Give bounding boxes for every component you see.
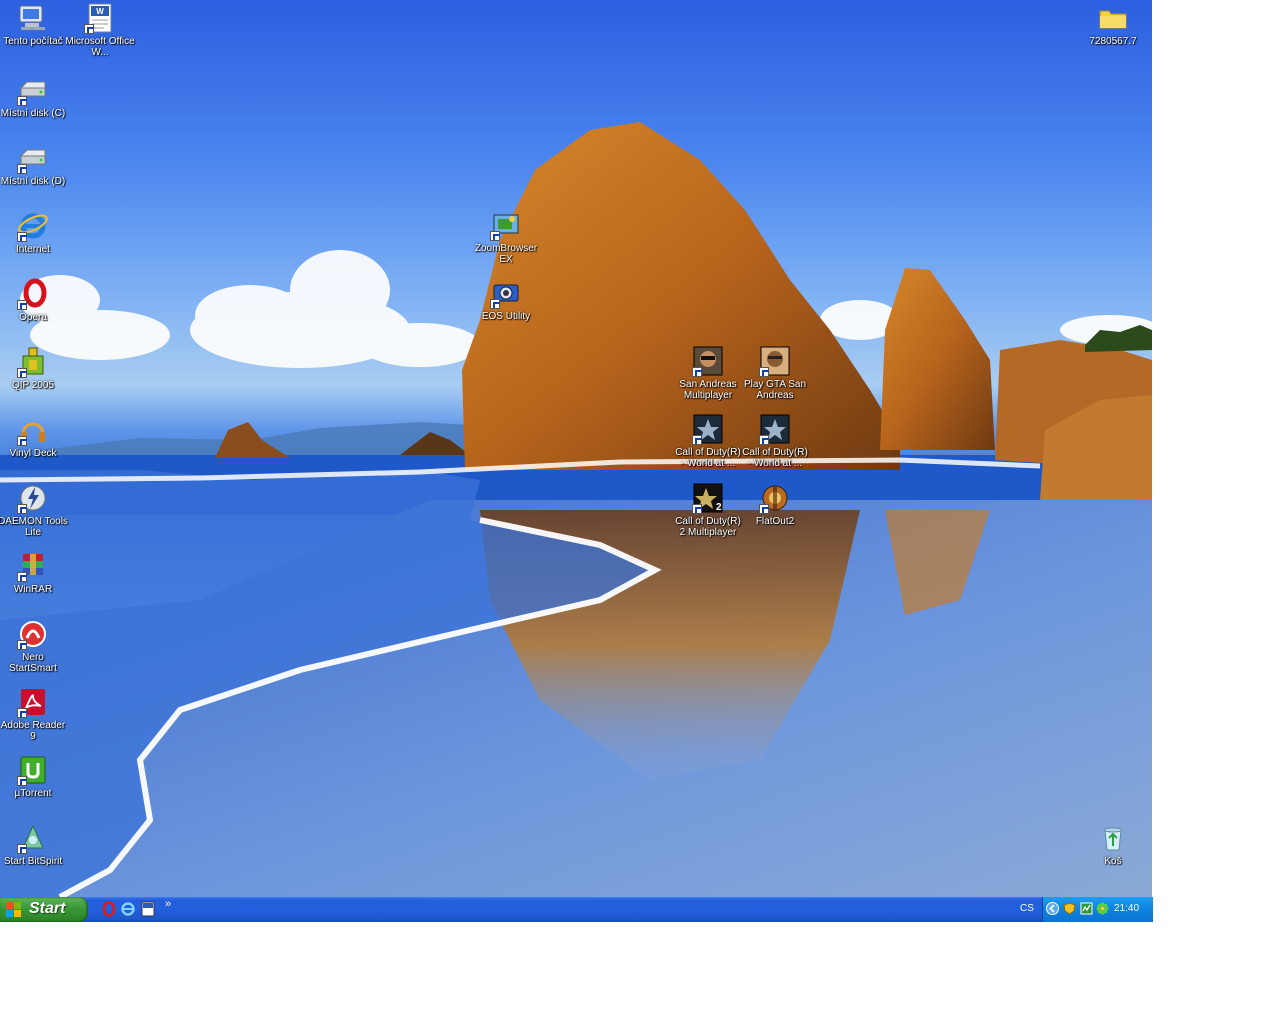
desktop-icon-internet[interactable]: Internet	[0, 210, 68, 255]
desktop-icon-nero-startsmart[interactable]: Nero StartSmart	[0, 618, 68, 674]
opera-icon	[17, 278, 49, 310]
desktop-icon-microsoft-word[interactable]: W Microsoft Office W...	[65, 2, 135, 58]
daemon-tools-icon	[17, 482, 49, 514]
shortcut-arrow-icon	[17, 504, 27, 514]
desktop-icon-start-bitspirit[interactable]: Start BitSpirit	[0, 822, 68, 867]
quicklaunch-opera-icon[interactable]	[101, 901, 117, 917]
shortcut-arrow-icon	[17, 572, 27, 582]
desktop-icon-play-gta-san-andreas[interactable]: Play GTA San Andreas	[740, 345, 810, 401]
desktop-icon-adobe-reader[interactable]: Adobe Reader 9	[0, 686, 68, 742]
shortcut-arrow-icon	[759, 367, 769, 377]
shortcut-arrow-icon	[759, 435, 769, 445]
svg-text:W: W	[96, 7, 104, 16]
desktop-icon-my-computer[interactable]: Tento počítač	[0, 2, 68, 47]
shortcut-arrow-icon	[490, 231, 500, 241]
shortcut-arrow-icon	[490, 299, 500, 309]
arrow-left-icon[interactable]	[1046, 902, 1059, 915]
bitspirit-icon	[17, 822, 49, 854]
desktop[interactable]: Tento počítač W Microsoft Office W... Mí…	[0, 0, 1152, 897]
headphones-icon	[17, 414, 49, 446]
shortcut-arrow-icon	[17, 844, 27, 854]
language-indicator[interactable]: CS	[1020, 903, 1034, 914]
desktop-icon-vinyl-deck[interactable]: Vinyl Deck	[0, 414, 68, 459]
hard-drive-icon	[17, 142, 49, 174]
desktop-icon-winrar[interactable]: WinRAR	[0, 550, 68, 595]
shortcut-arrow-icon	[17, 96, 27, 106]
quicklaunch-word-icon[interactable]	[140, 901, 156, 917]
cod-icon	[759, 413, 791, 445]
shortcut-arrow-icon	[759, 504, 769, 514]
my-computer-icon	[17, 2, 49, 34]
cod-icon	[692, 413, 724, 445]
shortcut-arrow-icon	[17, 436, 27, 446]
desktop-icon-call-of-duty-waw-1[interactable]: Call of Duty(R) - World at ...	[673, 413, 743, 469]
shortcut-arrow-icon	[17, 232, 27, 242]
start-label: Start	[29, 900, 66, 917]
shortcut-arrow-icon	[692, 367, 702, 377]
desktop-icon-san-andreas-multiplayer[interactable]: San Andreas Multiplayer	[673, 345, 743, 401]
flatout-icon	[759, 482, 791, 514]
recycle-bin-icon	[1097, 822, 1129, 854]
desktop-icon-folder-7280567[interactable]: 7280567.7	[1078, 2, 1148, 47]
gta-icon	[759, 345, 791, 377]
cod2-icon: 2	[692, 482, 724, 514]
hard-drive-icon	[17, 74, 49, 106]
svg-text:2: 2	[716, 502, 722, 513]
qip-icon	[17, 346, 49, 378]
zoombrowser-icon	[490, 209, 522, 241]
eos-utility-icon	[490, 277, 522, 309]
folder-icon	[1097, 2, 1129, 34]
desktop-icon-local-disk-d[interactable]: Místní disk (D)	[0, 142, 68, 187]
shortcut-arrow-icon	[17, 776, 27, 786]
desktop-icon-daemon-tools-lite[interactable]: DAEMON Tools Lite	[0, 482, 68, 538]
wallpaper-beach-scene	[0, 122, 1152, 897]
winrar-icon	[17, 550, 49, 582]
shortcut-arrow-icon	[17, 708, 27, 718]
desktop-icon-qip-2005[interactable]: QIP 2005	[0, 346, 68, 391]
shortcut-arrow-icon	[84, 24, 94, 34]
desktop-icon-eos-utility[interactable]: EOS Utility	[471, 277, 541, 322]
shortcut-arrow-icon	[692, 504, 702, 514]
desktop-icon-flatout2[interactable]: FlatOut2	[740, 482, 810, 527]
desktop-icon-recycle-bin[interactable]: Koš	[1078, 822, 1148, 867]
shortcut-arrow-icon	[17, 164, 27, 174]
nero-icon	[17, 618, 49, 650]
icq-flower-icon[interactable]	[1096, 902, 1109, 915]
adobe-reader-icon	[17, 686, 49, 718]
start-button[interactable]: Start	[0, 897, 88, 922]
shortcut-arrow-icon	[692, 435, 702, 445]
quicklaunch-internet-explorer-icon[interactable]	[120, 901, 136, 917]
desktop-icon-local-disk-c[interactable]: Místní disk (C)	[0, 74, 68, 119]
taskbar: Start » CS 21:40	[0, 897, 1153, 922]
internet-explorer-icon	[17, 210, 49, 242]
system-clock[interactable]: 21:40	[1114, 903, 1139, 914]
gta-icon	[692, 345, 724, 377]
desktop-icon-opera[interactable]: Opera	[0, 278, 68, 323]
desktop-icon-zoombrowser-ex[interactable]: ZoomBrowser EX	[471, 209, 541, 265]
network-icon[interactable]	[1080, 902, 1093, 915]
desktop-icon-utorrent[interactable]: µTorrent	[0, 754, 68, 799]
shield-icon[interactable]	[1063, 902, 1076, 915]
shortcut-arrow-icon	[17, 368, 27, 378]
word-icon: W	[84, 2, 116, 34]
utorrent-icon	[17, 754, 49, 786]
quicklaunch-more-chevron[interactable]: »	[165, 898, 171, 910]
windows-flag-icon	[6, 902, 22, 917]
desktop-icon-call-of-duty-waw-2[interactable]: Call of Duty(R) - World at ...	[740, 413, 810, 469]
shortcut-arrow-icon	[17, 300, 27, 310]
shortcut-arrow-icon	[17, 640, 27, 650]
desktop-icon-call-of-duty-2-multiplayer[interactable]: 2 Call of Duty(R) 2 Multiplayer	[673, 482, 743, 538]
